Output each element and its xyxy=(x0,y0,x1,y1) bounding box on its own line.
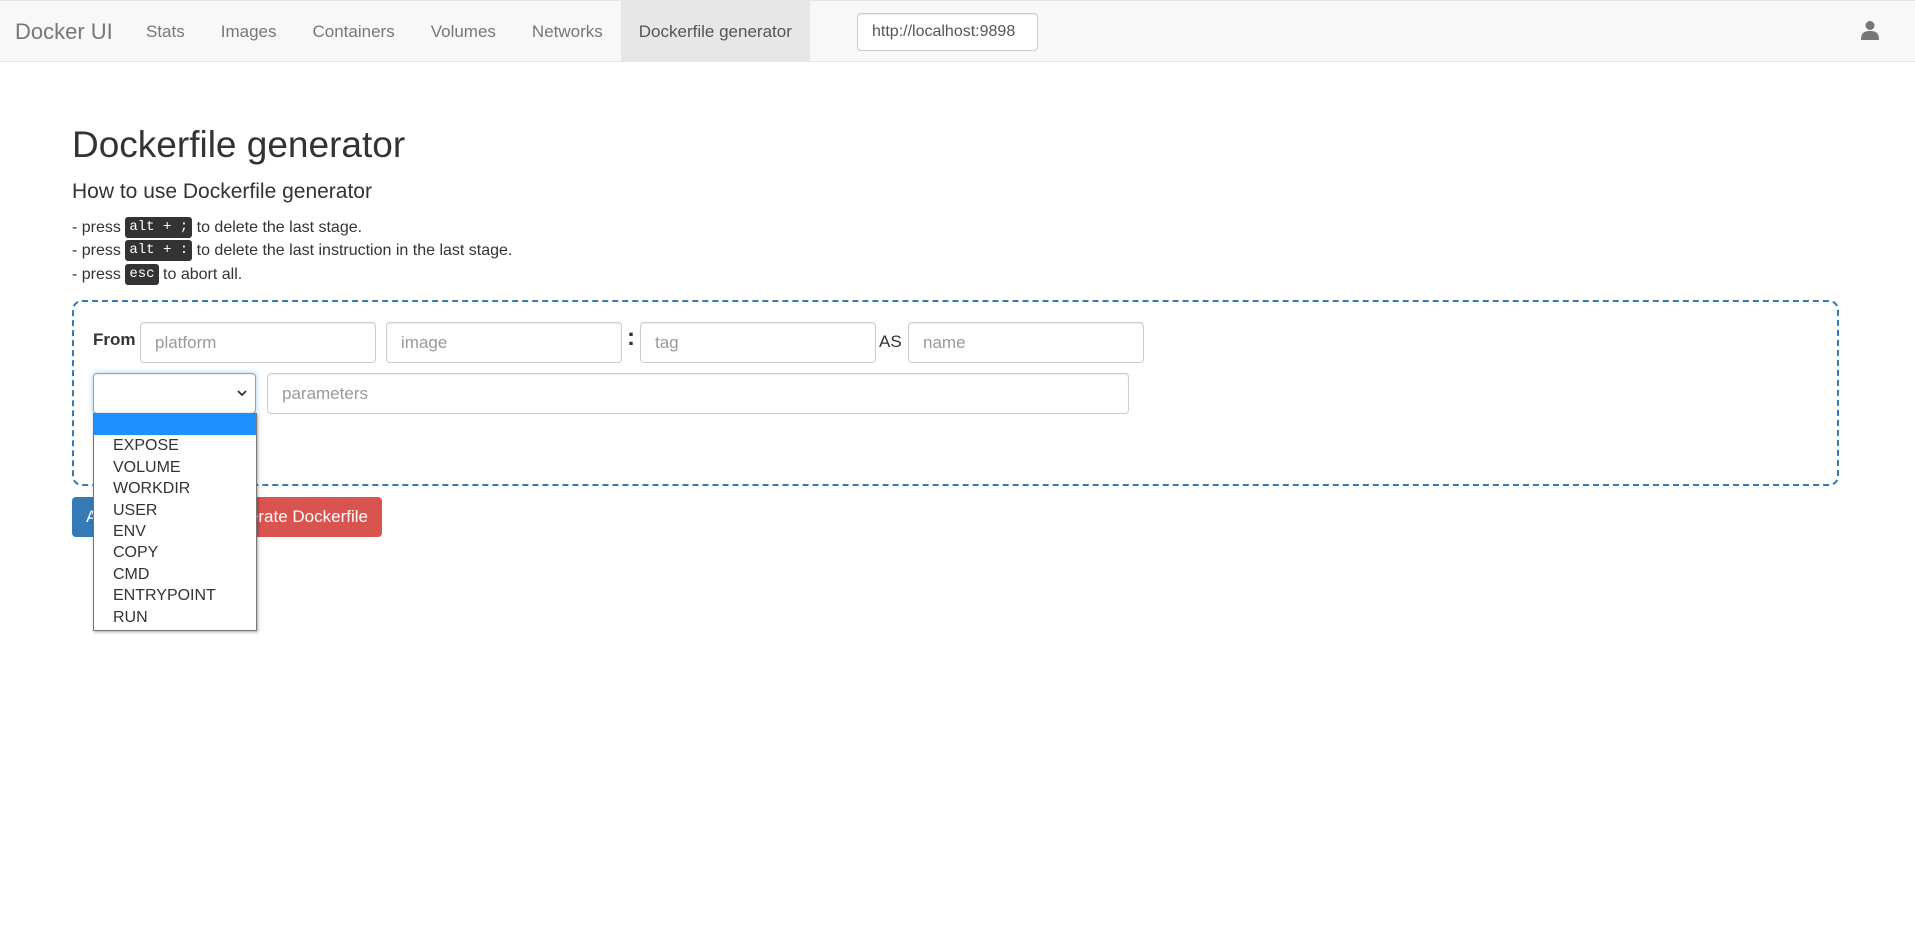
endpoint-url-input[interactable] xyxy=(857,13,1038,51)
hint-prefix: - press xyxy=(72,219,121,236)
tag-separator: : xyxy=(627,324,635,351)
stage-name-input[interactable] xyxy=(908,322,1144,363)
tag-input[interactable] xyxy=(640,322,876,363)
option-entrypoint[interactable]: ENTRYPOINT xyxy=(94,585,256,606)
nav-item-volumes[interactable]: Volumes xyxy=(413,1,514,62)
nav-item-stats[interactable]: Stats xyxy=(128,1,203,62)
from-label: From xyxy=(93,330,136,349)
nav-item-networks[interactable]: Networks xyxy=(514,1,621,62)
hint-text: to delete the last instruction in the la… xyxy=(196,242,513,259)
hint-delete-stage: - press alt + ; to delete the last stage… xyxy=(72,217,362,239)
hint-abort: - press esc to abort all. xyxy=(72,264,242,286)
option-workdir[interactable]: WORKDIR xyxy=(94,478,256,499)
platform-input[interactable] xyxy=(140,322,376,363)
nav-list: Stats Images Containers Volumes Networks… xyxy=(128,1,810,62)
brand[interactable]: Docker UI xyxy=(15,1,113,62)
keyboard-shortcut: alt + ; xyxy=(125,217,193,239)
keyboard-shortcut: alt + : xyxy=(125,240,193,262)
option-user[interactable]: USER xyxy=(94,500,256,521)
hint-delete-instruction: - press alt + : to delete the last instr… xyxy=(72,240,512,262)
instruction-dropdown-list: EXPOSE VOLUME WORKDIR USER ENV COPY CMD … xyxy=(93,413,257,631)
as-label: AS xyxy=(879,332,902,351)
hint-text: to delete the last stage. xyxy=(196,219,363,236)
navbar: Docker UI Stats Images Containers Volume… xyxy=(0,0,1915,62)
nav-item-containers[interactable]: Containers xyxy=(295,1,413,62)
option-empty[interactable] xyxy=(94,414,256,436)
chevron-down-icon xyxy=(237,390,247,397)
user-icon[interactable] xyxy=(1861,20,1879,40)
image-input[interactable] xyxy=(386,322,622,363)
generate-dockerfile-button-label: erate Dockerfile xyxy=(248,507,368,526)
option-copy[interactable]: COPY xyxy=(94,542,256,563)
hint-prefix: - press xyxy=(72,242,121,259)
instruction-select[interactable] xyxy=(93,373,256,414)
option-volume[interactable]: VOLUME xyxy=(94,457,256,478)
option-env[interactable]: ENV xyxy=(94,521,256,542)
parameters-input[interactable] xyxy=(267,373,1129,414)
page-title: Dockerfile generator xyxy=(72,124,406,165)
nav-item-dockerfile-generator[interactable]: Dockerfile generator xyxy=(620,1,810,62)
keyboard-shortcut: esc xyxy=(125,264,159,286)
option-run[interactable]: RUN xyxy=(94,607,256,628)
option-cmd[interactable]: CMD xyxy=(94,564,256,585)
usage-subtitle: How to use Dockerfile generator xyxy=(72,180,372,203)
option-expose[interactable]: EXPOSE xyxy=(94,435,256,456)
nav-item-images[interactable]: Images xyxy=(203,1,295,62)
hint-text: to abort all. xyxy=(163,266,243,283)
hint-prefix: - press xyxy=(72,266,121,283)
